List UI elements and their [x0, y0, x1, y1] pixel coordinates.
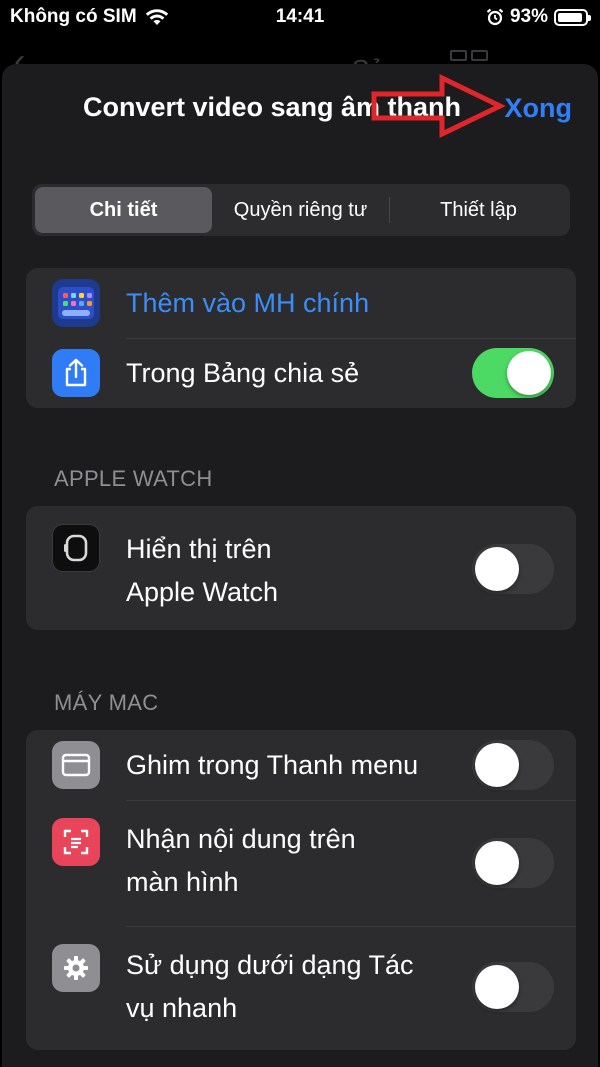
apple-watch-toggle[interactable]	[472, 544, 554, 594]
quick-action-label: Sử dụng dưới dạng Tác vụ nhanh	[126, 944, 466, 1030]
screen-content-toggle[interactable]	[472, 838, 554, 888]
main-options-group: Thêm vào MH chính Trong Bảng chia sẻ	[26, 268, 576, 408]
screen-content-label-line2: màn hình	[126, 867, 239, 897]
toggle-knob	[475, 841, 519, 885]
share-sheet-label: Trong Bảng chia sẻ	[126, 357, 360, 388]
menu-bar-row: Ghim trong Thanh menu	[26, 730, 576, 800]
segment-setup[interactable]: Thiết lập	[390, 187, 567, 233]
apple-watch-row: Hiển thị trên Apple Watch	[26, 506, 576, 630]
toggle-knob	[475, 547, 519, 591]
watch-icon	[52, 524, 100, 572]
add-to-home-row[interactable]: Thêm vào MH chính	[26, 268, 576, 338]
add-to-home-label: Thêm vào MH chính	[126, 287, 370, 318]
annotation-arrow	[371, 74, 506, 138]
share-icon	[52, 349, 100, 397]
battery-percent: 93%	[509, 6, 548, 27]
apple-watch-group: Hiển thị trên Apple Watch	[26, 506, 576, 630]
battery-fill	[558, 12, 583, 22]
menu-bar-toggle[interactable]	[472, 740, 554, 790]
toggle-knob	[507, 351, 551, 395]
segment-details[interactable]: Chi tiết	[35, 187, 212, 233]
mac-group: Ghim trong Thanh menu Nhận nội dung trên…	[26, 730, 576, 1050]
quick-action-row: Sử dụng dưới dạng Tác vụ nhanh	[26, 926, 576, 1050]
screen-content-label-line1: Nhận nội dung trên	[126, 824, 356, 854]
share-sheet-row: Trong Bảng chia sẻ	[26, 338, 576, 408]
alarm-icon	[486, 8, 504, 26]
toggle-knob	[475, 965, 519, 1009]
quick-action-toggle[interactable]	[472, 962, 554, 1012]
mac-header: MÁY MAC	[54, 690, 159, 715]
done-button[interactable]: Xong	[505, 93, 573, 124]
screen-capture-icon	[52, 818, 100, 866]
segmented-control: Chi tiết Quyền riêng tư Thiết lập	[32, 184, 570, 236]
screen-content-row: Nhận nội dung trên màn hình	[26, 800, 576, 926]
apple-watch-label-line1: Hiển thị trên	[126, 534, 272, 564]
battery-icon	[554, 8, 591, 26]
menu-bar-label: Ghim trong Thanh menu	[126, 749, 419, 780]
status-bar: Không có SIM 14:41 93%	[0, 0, 600, 34]
home-screen-icon	[52, 279, 100, 327]
row-separator	[126, 926, 576, 927]
segment-privacy[interactable]: Quyền riêng tư	[212, 187, 389, 233]
row-separator	[126, 338, 576, 339]
toggle-knob	[475, 743, 519, 787]
share-sheet-toggle[interactable]	[472, 348, 554, 398]
apple-watch-label: Hiển thị trên Apple Watch	[126, 528, 456, 614]
shortcut-details-sheet: Convert video sang âm thanh Xong Chi tiế…	[2, 64, 598, 1067]
quick-action-label-line1: Sử dụng dưới dạng Tác	[126, 950, 414, 980]
quick-action-label-line2: vụ nhanh	[126, 993, 238, 1023]
row-separator	[126, 800, 576, 801]
gear-icon	[52, 944, 100, 992]
screen-content-label: Nhận nội dung trên màn hình	[126, 818, 456, 904]
menu-bar-icon	[52, 741, 100, 789]
apple-watch-header: APPLE WATCH	[54, 466, 213, 491]
status-right-group: 93%	[486, 6, 591, 28]
apple-watch-label-line2: Apple Watch	[126, 577, 279, 607]
